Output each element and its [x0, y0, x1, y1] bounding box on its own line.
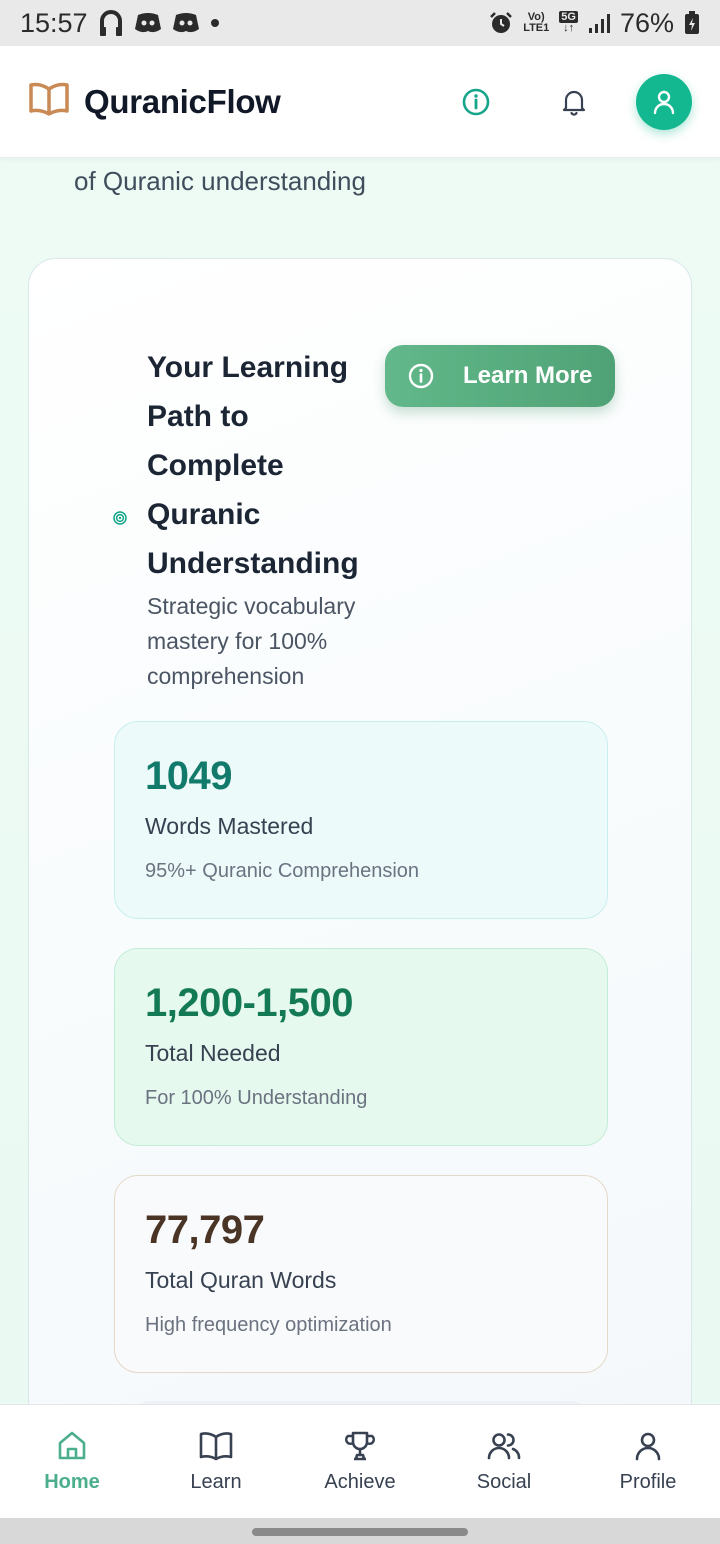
battery-icon [684, 11, 700, 35]
stat-note: High frequency optimization [145, 1314, 392, 1336]
bottom-navigation: Home Learn Achieve Social Profile [0, 1404, 720, 1518]
user-icon [635, 1432, 661, 1461]
stat-total-quran-words: 77,797 Total Quran Words High frequency … [114, 1175, 608, 1373]
status-time: 15:57 [20, 7, 88, 38]
main-content: of Quranic understanding Your Learning P… [0, 158, 720, 1404]
users-icon [487, 1433, 521, 1460]
home-gesture-bar[interactable] [252, 1528, 468, 1536]
stat-value: 1,200-1,500 [145, 981, 354, 1025]
info-icon [408, 363, 434, 389]
nav-label: Home [44, 1471, 100, 1493]
book-icon [199, 1432, 233, 1461]
learn-more-button[interactable]: Learn More [385, 345, 615, 407]
discord-icon-2 [172, 11, 200, 35]
stat-label: Total Quran Words [145, 1267, 337, 1293]
notifications-button[interactable] [546, 74, 602, 130]
nav-item-social[interactable]: Social [432, 1405, 576, 1518]
nav-item-home[interactable]: Home [0, 1405, 144, 1518]
learning-path-title: Your Learning Path to Complete Quranic U… [147, 351, 359, 580]
battery-percent: 76% [619, 7, 674, 38]
signal-icon [588, 12, 610, 34]
home-icon [58, 1431, 86, 1460]
learn-more-label: Learn More [463, 362, 593, 389]
status-bar: 15:57 Vo) LTE1 5G ↓↑ 76% [0, 0, 720, 46]
brand[interactable]: QuranicFlow [28, 81, 281, 122]
stat-note: 95%+ Quranic Comprehension [145, 860, 420, 882]
user-icon [653, 90, 675, 114]
info-button[interactable] [448, 74, 504, 130]
network-indicator: 5G ↓↑ [559, 11, 578, 34]
stat-note: For 100% Understanding [145, 1087, 368, 1109]
trophy-icon [345, 1431, 375, 1461]
brand-title: QuranicFlow [84, 82, 281, 120]
app-header: QuranicFlow [0, 46, 720, 158]
alarm-icon [489, 11, 513, 35]
open-book-logo-icon [28, 81, 70, 122]
nav-item-profile[interactable]: Profile [576, 1405, 720, 1518]
nav-label: Learn [190, 1471, 242, 1493]
system-gesture-area [0, 1518, 720, 1544]
stat-words-mastered: 1049 Words Mastered 95%+ Quranic Compreh… [114, 721, 608, 919]
stat-value: 77,797 [145, 1208, 265, 1252]
nav-label: Social [476, 1471, 532, 1493]
info-icon [462, 88, 490, 115]
target-icon [113, 511, 127, 530]
nav-label: Profile [619, 1471, 677, 1493]
learning-path-subtitle: Strategic vocabulary mastery for 100% co… [147, 593, 356, 689]
discord-icon [134, 11, 162, 35]
nav-item-learn[interactable]: Learn [144, 1405, 288, 1518]
learning-path-card: Your Learning Path to Complete Quranic U… [28, 258, 692, 1404]
stat-total-needed: 1,200-1,500 Total Needed For 100% Unders… [114, 948, 608, 1146]
volte-indicator: Vo) LTE1 [523, 11, 550, 34]
stat-label: Total Needed [145, 1040, 281, 1066]
stat-value: 1049 [145, 754, 232, 798]
intro-text: of Quranic understanding [74, 166, 366, 196]
bell-icon [562, 90, 586, 116]
nav-item-achieve[interactable]: Achieve [288, 1405, 432, 1518]
profile-avatar-button[interactable] [636, 73, 692, 130]
stat-label: Words Mastered [145, 813, 314, 839]
headphones-icon [98, 9, 124, 37]
nav-label: Achieve [324, 1471, 396, 1493]
notification-dot-icon [210, 18, 220, 28]
